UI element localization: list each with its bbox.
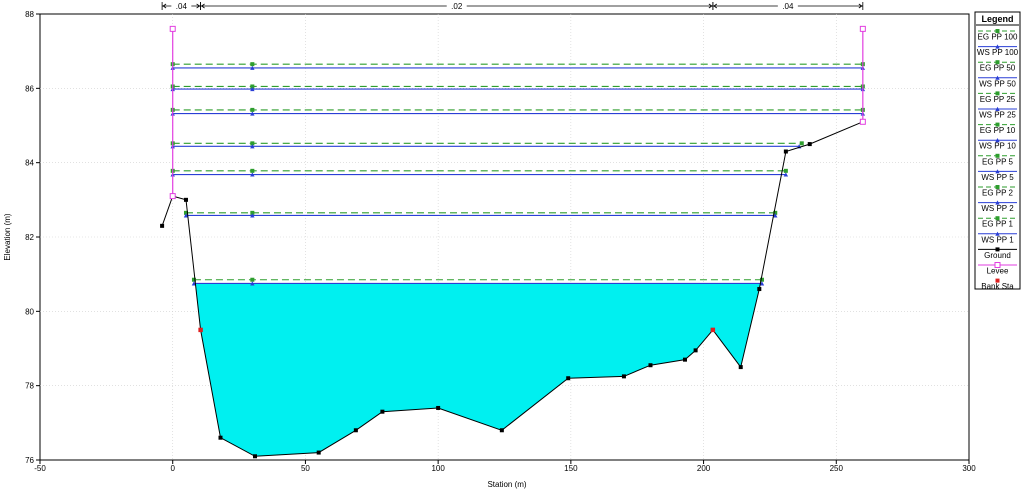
ground-point bbox=[499, 428, 504, 433]
x-tick-label: 300 bbox=[962, 464, 976, 473]
ground-point bbox=[682, 357, 687, 362]
mannings-n-label: .02 bbox=[451, 2, 463, 11]
legend-entry-label: WS PP 2 bbox=[981, 204, 1014, 213]
legend-entry-label: EG PP 1 bbox=[982, 220, 1014, 229]
chart-svg: .04 .02 .04 -50 0 50 100 150 200 250 300 76 78 80 82… bbox=[3, 1, 1021, 489]
ground-point bbox=[621, 374, 626, 379]
x-tick-label: 150 bbox=[564, 464, 578, 473]
legend-entry-label: WS PP 10 bbox=[979, 142, 1016, 151]
profile-marker bbox=[250, 62, 255, 67]
y-tick-label: 86 bbox=[25, 84, 34, 93]
legend-entry-label: EG PP 2 bbox=[982, 189, 1014, 198]
legend-entry-label: EG PP 100 bbox=[978, 33, 1018, 42]
y-tick-label: 88 bbox=[25, 10, 34, 19]
legend: Legend EG PP 100 WS PP 100 EG PP 50 WS PP 5… bbox=[974, 11, 1021, 291]
legend-entry-label: WS PP 5 bbox=[981, 173, 1014, 182]
ground-point bbox=[252, 454, 257, 459]
mannings-n-label: .04 bbox=[176, 2, 188, 11]
y-axis-ticks: 76 78 80 82 84 86 88 bbox=[25, 10, 40, 465]
profile-marker bbox=[250, 168, 255, 173]
y-tick-label: 84 bbox=[25, 159, 34, 168]
ground-point bbox=[183, 197, 188, 202]
legend-entry-label: EG PP 10 bbox=[980, 126, 1016, 135]
bank-station-marker bbox=[198, 327, 203, 333]
ground-point bbox=[380, 409, 385, 414]
levee-top-marker bbox=[169, 25, 176, 32]
legend-title: Legend bbox=[981, 14, 1013, 24]
ground-point bbox=[783, 149, 788, 154]
y-axis-label: Elevation (m) bbox=[3, 213, 12, 260]
legend-entry-label: EG PP 50 bbox=[980, 64, 1016, 73]
profile-marker bbox=[783, 168, 788, 173]
mannings-n-annotations: .04 .02 .04 bbox=[161, 1, 864, 11]
legend-entry-label: WS PP 50 bbox=[979, 79, 1016, 88]
ground-point bbox=[353, 428, 358, 433]
ground-point bbox=[218, 435, 223, 440]
legend-entry-label: Levee bbox=[987, 267, 1009, 276]
ground-point bbox=[738, 365, 743, 370]
ground-point bbox=[693, 348, 698, 353]
ground-point bbox=[807, 142, 812, 147]
cross-section-chart: .04 .02 .04 -50 0 50 100 150 200 250 300 76 78 80 82… bbox=[0, 0, 1024, 491]
ground-point bbox=[316, 450, 321, 455]
x-axis-ticks: -50 0 50 100 150 200 250 300 bbox=[34, 460, 976, 473]
bank-station-marker bbox=[710, 327, 716, 333]
ground-point bbox=[436, 405, 441, 410]
levee-bottom-marker bbox=[859, 118, 866, 125]
legend-entry-label: WS PP 100 bbox=[977, 48, 1019, 57]
x-tick-label: -50 bbox=[34, 464, 46, 473]
ground-point bbox=[160, 223, 165, 228]
ground-point bbox=[566, 376, 571, 381]
ground-point bbox=[648, 363, 653, 368]
ground-point bbox=[757, 287, 762, 292]
legend-entry-label: Ground bbox=[984, 251, 1011, 260]
levee-bottom-marker bbox=[169, 193, 176, 200]
profile-marker bbox=[799, 141, 804, 146]
profile-marker bbox=[250, 277, 255, 282]
levee-top-marker bbox=[859, 25, 866, 32]
x-axis-label: Station (m) bbox=[487, 480, 526, 489]
x-tick-label: 250 bbox=[830, 464, 844, 473]
x-tick-label: 0 bbox=[170, 464, 175, 473]
y-tick-label: 80 bbox=[25, 307, 34, 316]
legend-entry-label: WS PP 25 bbox=[979, 111, 1016, 120]
x-tick-label: 200 bbox=[697, 464, 711, 473]
legend-entry-label: EG PP 5 bbox=[982, 157, 1014, 166]
legend-entry-label: EG PP 25 bbox=[980, 95, 1016, 104]
profile-marker bbox=[250, 107, 255, 112]
x-tick-label: 50 bbox=[301, 464, 310, 473]
y-tick-label: 78 bbox=[25, 382, 34, 391]
legend-entry-label: WS PP 1 bbox=[981, 235, 1014, 244]
mannings-n-label: .04 bbox=[782, 2, 794, 11]
legend-entry-label: Bank Sta bbox=[981, 282, 1014, 291]
x-tick-label: 100 bbox=[431, 464, 445, 473]
y-tick-label: 82 bbox=[25, 233, 34, 242]
y-tick-label: 76 bbox=[25, 456, 34, 465]
